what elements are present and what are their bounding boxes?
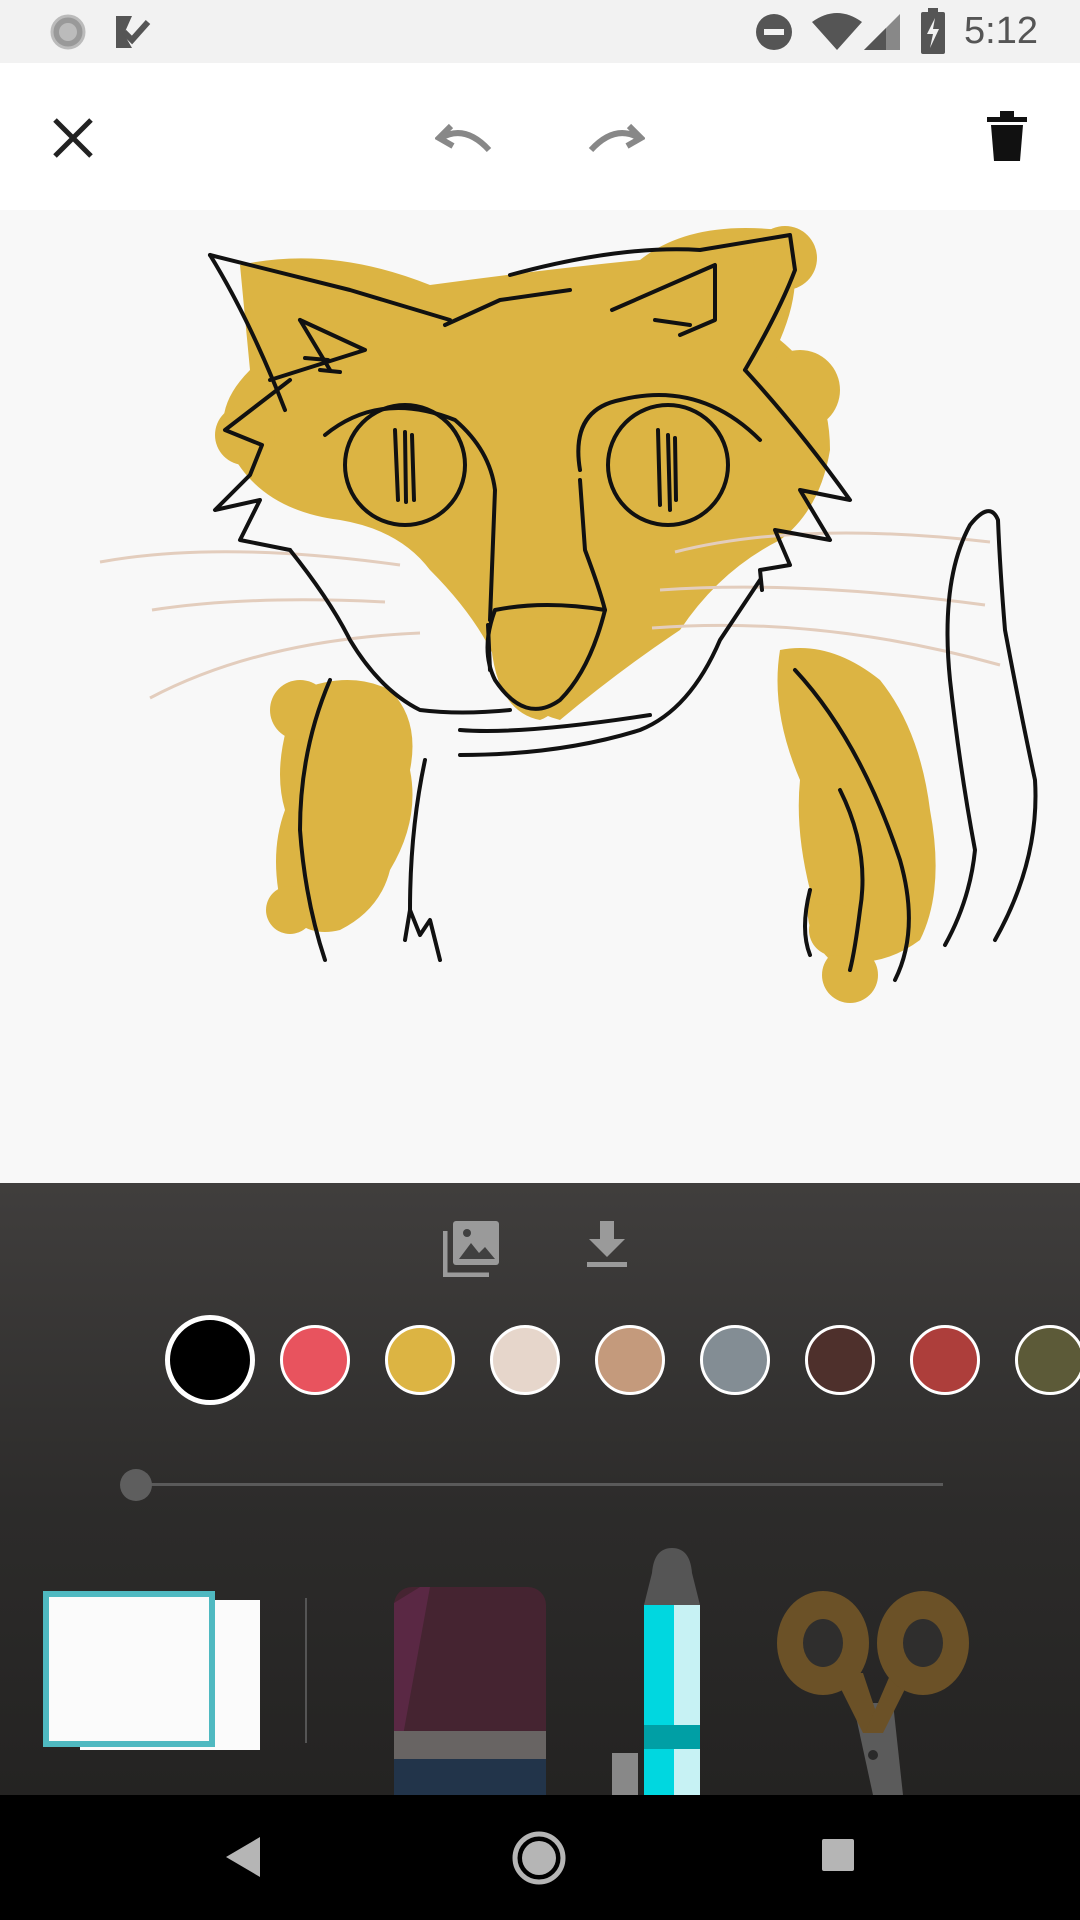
color-swatch-olive[interactable] [1015, 1325, 1080, 1395]
redo-icon[interactable] [585, 120, 645, 160]
tool-divider [305, 1598, 307, 1743]
marker-tool[interactable] [390, 1583, 550, 1795]
color-swatch-brown[interactable] [805, 1325, 875, 1395]
scissors-tool[interactable] [773, 1583, 975, 1795]
color-swatch-gold[interactable] [385, 1325, 455, 1395]
color-swatch-cream[interactable] [490, 1325, 560, 1395]
check-task-icon [116, 16, 151, 48]
recents-icon[interactable] [820, 1837, 856, 1873]
trash-icon[interactable] [985, 111, 1029, 163]
drawing-toolbar [0, 63, 1080, 210]
sync-icon [50, 14, 86, 50]
brush-size-track[interactable] [137, 1483, 943, 1486]
undo-icon[interactable] [435, 120, 495, 160]
color-swatch-red[interactable] [280, 1325, 350, 1395]
brush-size-thumb[interactable] [120, 1469, 152, 1501]
drawing-canvas[interactable] [0, 210, 1080, 1183]
color-swatch-dark-red[interactable] [910, 1325, 980, 1395]
do-not-disturb-icon [756, 14, 792, 50]
color-swatch-tan[interactable] [595, 1325, 665, 1395]
battery-charging-icon [921, 8, 945, 54]
navigation-bar [0, 1795, 1080, 1920]
download-icon[interactable] [585, 1219, 629, 1269]
back-icon[interactable] [222, 1835, 262, 1879]
cell-signal-icon [864, 14, 900, 50]
brush-panel [0, 1183, 1080, 1795]
pen-tool[interactable] [612, 1543, 716, 1795]
color-swatch-black[interactable] [165, 1315, 255, 1405]
home-icon[interactable] [512, 1831, 566, 1885]
status-time: 5:12 [964, 10, 1038, 52]
wifi-icon [812, 13, 862, 50]
close-icon[interactable] [50, 115, 96, 161]
status-bar: 5:12 [0, 0, 1080, 63]
gallery-icon[interactable] [443, 1219, 501, 1277]
color-swatch-gray[interactable] [700, 1325, 770, 1395]
cat-drawing [99, 226, 1038, 1003]
paper-tool[interactable] [40, 1588, 270, 1753]
